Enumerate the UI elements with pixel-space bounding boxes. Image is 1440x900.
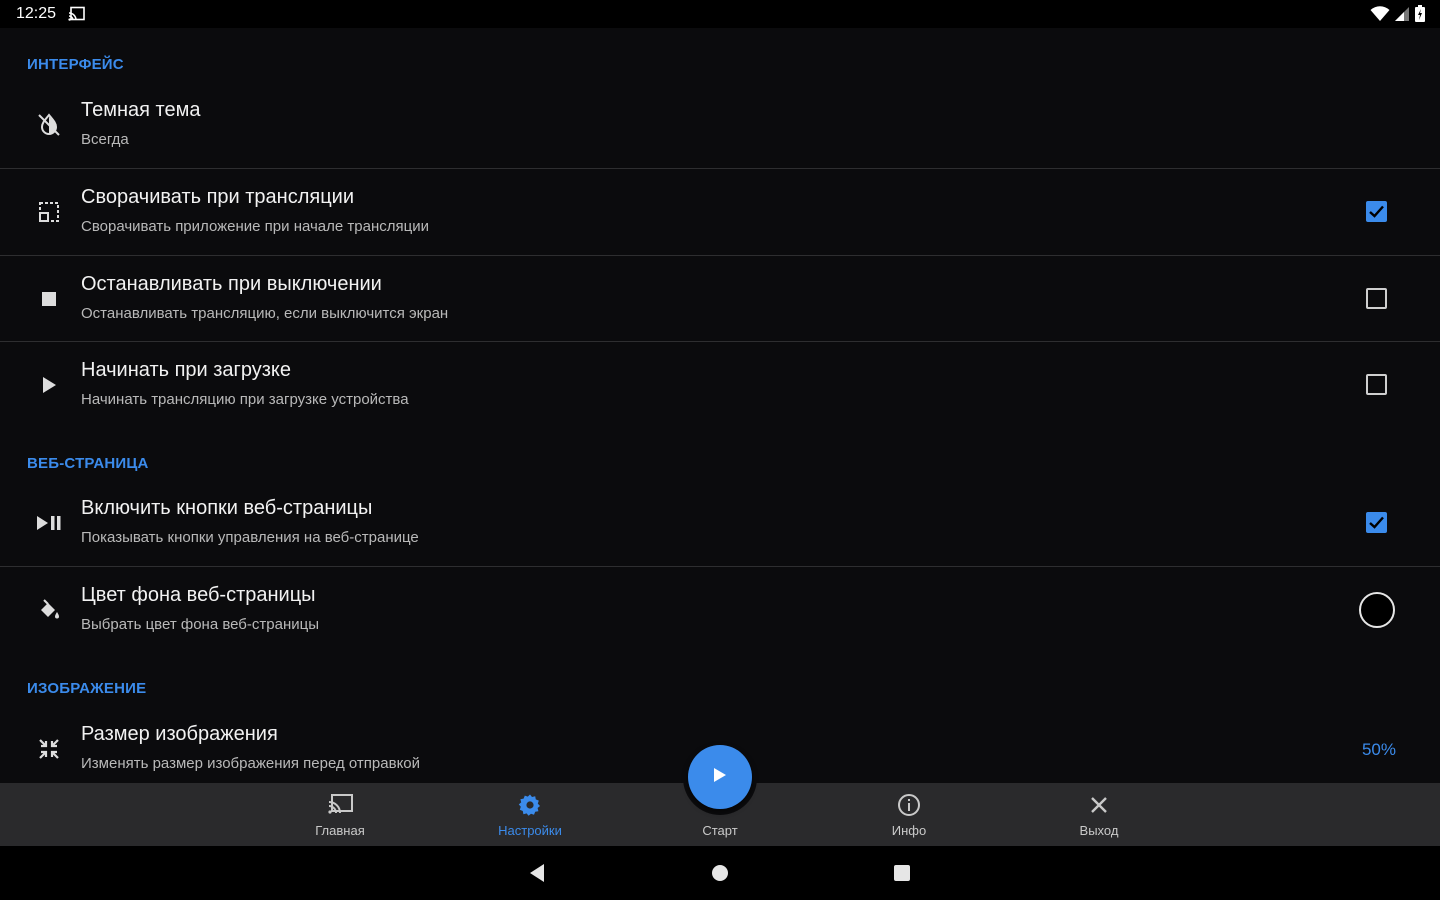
setting-title: Включить кнопки веб-страницы [81, 497, 373, 519]
setting-title: Сворачивать при трансляции [81, 186, 355, 208]
setting-title: Темная тема [81, 99, 201, 121]
start-on-boot-checkbox[interactable] [1366, 374, 1387, 395]
section-title-webpage: ВЕБ-СТРАНИЦА [27, 455, 149, 472]
setting-title: Останавливать при выключении [81, 273, 382, 295]
nav-label: Выход [1079, 823, 1119, 838]
nav-exit[interactable]: Выход [1029, 783, 1169, 846]
setting-summary: Начинать трансляцию при загрузке устройс… [81, 391, 409, 408]
color-preview-swatch[interactable] [1359, 592, 1395, 628]
play-icon [36, 372, 62, 398]
home-icon[interactable] [711, 863, 729, 888]
play-icon [713, 767, 727, 788]
setting-start-on-boot[interactable]: Начинать при загрузке Начинать трансляци… [0, 342, 1440, 428]
nav-label: Настройки [498, 823, 562, 838]
wifi-icon [1370, 6, 1390, 27]
nav-label: Старт [702, 823, 738, 838]
settings-list: ИНТЕРФЕЙС Темная тема Всегда Сворачивать… [0, 28, 1440, 783]
setting-dark-theme[interactable]: Темная тема Всегда [0, 82, 1440, 168]
nav-home[interactable]: Главная [270, 783, 410, 846]
play-pause-icon [36, 510, 62, 536]
stop-on-screen-off-checkbox[interactable] [1366, 288, 1387, 309]
start-fab-button[interactable] [688, 745, 752, 809]
image-size-value: 50% [1361, 740, 1396, 759]
nav-info[interactable]: Инфо [839, 783, 979, 846]
setting-summary: Останавливать трансляцию, если выключитс… [81, 305, 449, 322]
setting-title: Цвет фона веб-страницы [81, 584, 316, 606]
setting-web-buttons[interactable]: Включить кнопки веб-страницы Показывать … [0, 480, 1440, 566]
close-icon [1087, 793, 1111, 817]
status-bar: 12:25 [0, 0, 1440, 28]
back-icon[interactable] [528, 863, 546, 888]
system-navigation-bar [0, 846, 1440, 900]
recents-icon[interactable] [893, 863, 911, 888]
setting-stop-on-screen-off[interactable]: Останавливать при выключении Останавлива… [0, 256, 1440, 342]
info-icon [897, 793, 921, 817]
nav-label: Инфо [891, 823, 927, 838]
nav-settings[interactable]: Настройки [460, 783, 600, 846]
resize-icon [36, 736, 62, 762]
setting-summary: Выбрать цвет фона веб-страницы [81, 616, 319, 633]
setting-web-bg-color[interactable]: Цвет фона веб-страницы Выбрать цвет фона… [0, 567, 1440, 653]
setting-title: Начинать при загрузке [81, 359, 292, 381]
battery-icon [1414, 5, 1426, 28]
setting-summary: Показывать кнопки управления на веб-стра… [81, 529, 419, 546]
invert-colors-icon [36, 112, 62, 138]
minimize-icon [36, 199, 62, 225]
section-title-interface: ИНТЕРФЕЙС [27, 56, 124, 73]
setting-summary: Изменять размер изображения перед отправ… [81, 755, 421, 772]
paint-bucket-icon [36, 597, 62, 623]
minimize-checkbox[interactable] [1366, 201, 1387, 222]
gear-icon [518, 793, 542, 817]
cast-icon [68, 6, 86, 27]
signal-icon [1394, 6, 1410, 27]
section-title-image: ИЗОБРАЖЕНИЕ [27, 680, 147, 697]
web-buttons-checkbox[interactable] [1366, 512, 1387, 533]
setting-summary: Всегда [81, 131, 129, 148]
cast-icon [328, 793, 353, 817]
setting-summary: Сворачивать приложение при начале трансл… [81, 218, 429, 235]
stop-icon [36, 286, 62, 312]
status-time: 12:25 [16, 5, 57, 22]
setting-title: Размер изображения [81, 723, 278, 745]
setting-minimize[interactable]: Сворачивать при трансляции Сворачивать п… [0, 169, 1440, 255]
nav-label: Главная [315, 823, 365, 838]
